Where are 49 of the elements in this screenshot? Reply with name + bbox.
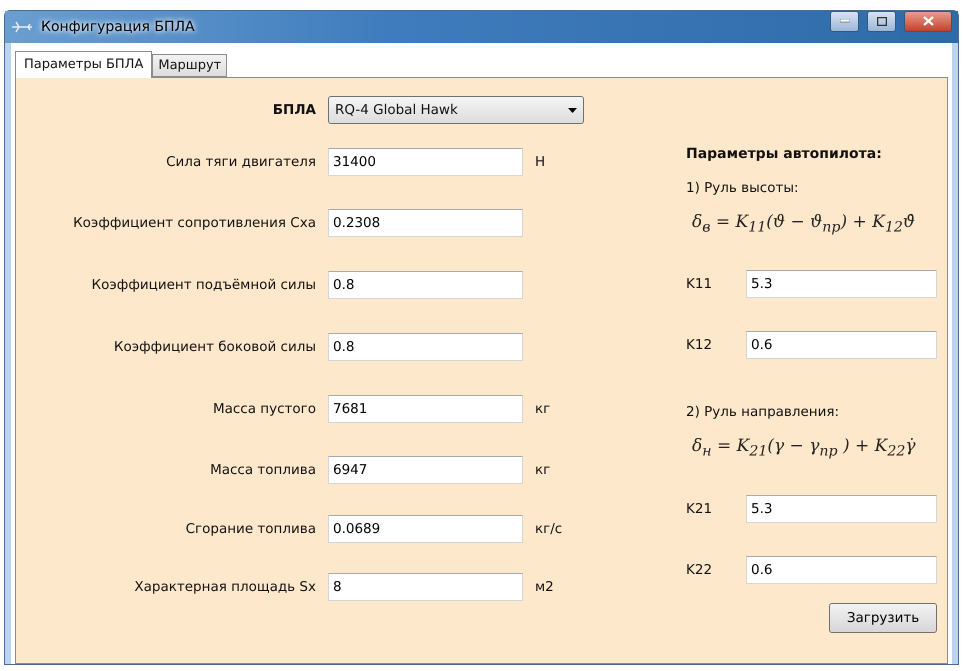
input-field[interactable]: 7681 [328, 395, 523, 423]
dropdown-arrow-icon [568, 108, 577, 112]
gain-label: K21 [686, 500, 714, 517]
formula: δ$_{в}$ = K$_{11}$(ϑ − ϑ$_{пр}$) + K$_{12}$ϑ̇ [692, 212, 916, 236]
minimize-icon [840, 19, 850, 23]
gain-label: K12 [686, 337, 714, 354]
gain-label: K22 [686, 562, 714, 578]
unit-label: кг/с [535, 521, 564, 537]
dropdown-value: RQ-4 Global Hawk [335, 102, 458, 118]
maximize-icon [876, 16, 886, 26]
field-label: Коэффициент подъёмной силы [92, 277, 316, 293]
unit-label: кг [535, 401, 552, 417]
input-field[interactable]: 0.0689 [328, 515, 523, 543]
unit-label: м2 [535, 579, 555, 595]
unit-label: Н [535, 154, 546, 170]
tab[interactable]: Маршрут [152, 54, 228, 77]
load-button[interactable]: Загрузить [829, 602, 937, 633]
input-field[interactable]: 0.2308 [328, 209, 523, 237]
subsection-title: 2) Руль направления: [686, 404, 840, 420]
input-field[interactable]: 5.3 [746, 270, 937, 298]
unit-label: кг [535, 462, 552, 478]
subsection-title: 1) Руль высоты: [686, 180, 800, 196]
input-field[interactable]: 31400 [328, 148, 523, 176]
section-heading: Параметры автопилота: [686, 146, 883, 162]
close-icon [922, 16, 934, 26]
tab[interactable]: Параметры БПЛА [15, 51, 152, 78]
window-title: Конфигурация БПЛА [41, 19, 196, 35]
field-label: Сгорание топлива [186, 521, 316, 537]
input-field[interactable]: 6947 [328, 456, 523, 484]
minimize-button[interactable] [830, 10, 859, 32]
field-label: Масса топлива [210, 462, 316, 478]
close-button[interactable] [904, 10, 952, 32]
field-label: БПЛА [272, 102, 316, 118]
uav-dropdown[interactable]: RQ-4 Global Hawk [328, 96, 584, 124]
input-field[interactable]: 8 [328, 573, 523, 601]
gain-label: K11 [686, 276, 714, 292]
input-field[interactable]: 0.8 [328, 271, 523, 299]
field-label: Масса пустого [212, 401, 316, 417]
input-field[interactable]: 0.6 [746, 556, 937, 584]
field-label: Коэффициент боковой силы [114, 339, 316, 355]
airplane-icon [11, 21, 33, 33]
field-label: Сила тяги двигателя [166, 154, 316, 170]
input-field[interactable]: 5.3 [746, 494, 937, 523]
input-field[interactable]: 0.6 [746, 331, 937, 360]
field-label: Коэффициент сопротивления Сха [73, 215, 316, 231]
maximize-button[interactable] [867, 10, 896, 32]
field-label: Характерная площадь Sx [134, 579, 316, 595]
input-field[interactable]: 0.8 [328, 333, 523, 361]
formula: δ$_{н}$ = K$_{21}$(γ − γ$_{пр}$ ) + K$_{22}$γ̇ [692, 436, 917, 460]
